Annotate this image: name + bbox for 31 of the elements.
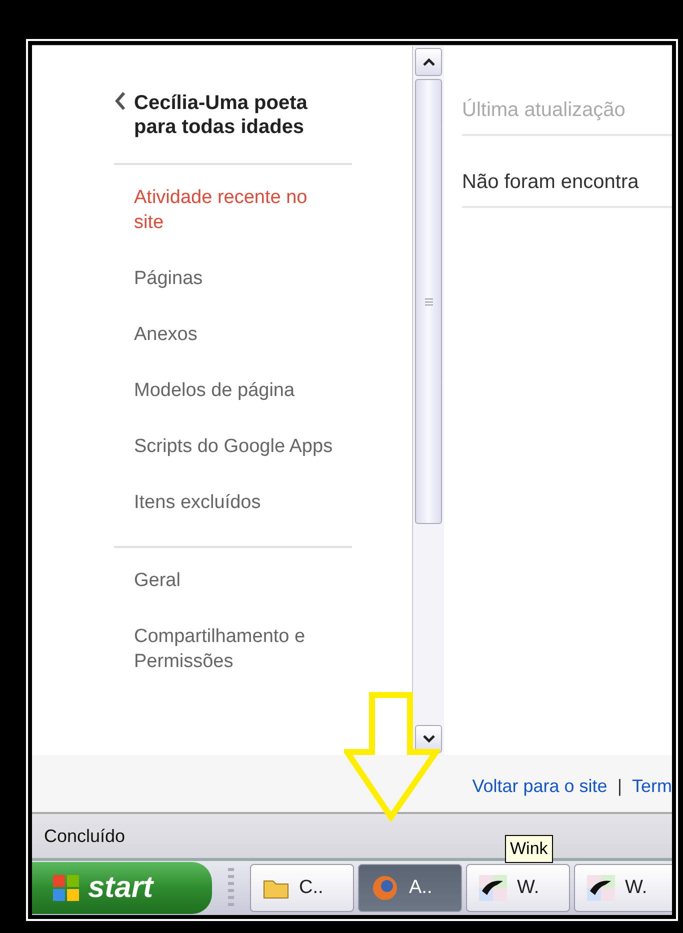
taskbar-button[interactable]: W. — [574, 864, 672, 912]
taskbar-button[interactable]: C.. — [250, 864, 354, 912]
sidebar-item[interactable]: Páginas — [134, 266, 334, 291]
bird-icon — [587, 875, 615, 901]
empty-message: Não foram encontra — [462, 158, 672, 208]
scroll-up-button[interactable] — [415, 48, 442, 76]
footer-separator: | — [617, 776, 622, 797]
site-title: Cecília-Uma poeta para todas idades — [134, 91, 308, 139]
last-update-heading: Última atualização — [462, 86, 672, 136]
back-chevron-icon[interactable] — [114, 91, 126, 111]
taskbar-button[interactable]: A.. — [358, 864, 462, 912]
globe-icon — [371, 874, 399, 902]
sidebar-item[interactable]: Itens excluídos — [134, 490, 334, 515]
caret-up-icon — [422, 58, 434, 66]
grip-lines-icon — [424, 298, 432, 306]
taskbar-button[interactable]: W. — [466, 864, 570, 912]
bird-icon — [479, 875, 507, 901]
sidebar-item[interactable]: Atividade recente no site — [134, 185, 334, 235]
sidebar-item[interactable]: Compartilhamento e Permissões — [134, 624, 334, 674]
scrollbar[interactable] — [412, 46, 444, 755]
start-button[interactable]: start — [32, 862, 212, 914]
caret-down-icon — [422, 735, 434, 743]
tooltip: Wink — [505, 835, 553, 863]
windows-logo-icon — [52, 874, 80, 902]
sidebar-item[interactable]: Modelos de página — [134, 378, 334, 403]
sidebar-item[interactable]: Anexos — [134, 322, 334, 347]
scroll-thumb[interactable] — [415, 79, 442, 524]
sidebar-item[interactable]: Geral — [134, 568, 334, 593]
footer-link[interactable]: Term — [632, 776, 672, 797]
footer-link[interactable]: Voltar para o site — [472, 776, 608, 797]
sidebar-item[interactable]: Scripts do Google Apps — [134, 434, 334, 459]
